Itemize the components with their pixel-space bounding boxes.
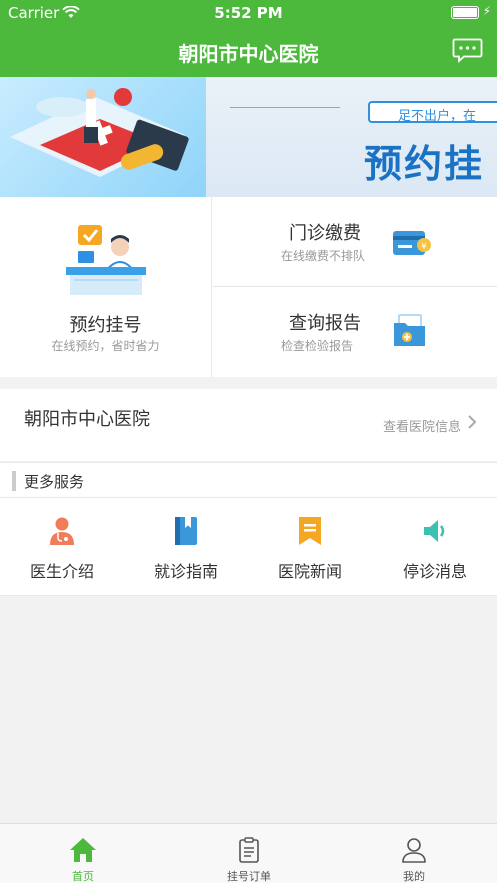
page-title: 朝阳市中心医院 [178,42,319,66]
report-folder-icon [391,313,433,349]
home-icon [69,836,97,864]
promo-banner[interactable]: 足不出户，在 预约挂 [0,77,497,197]
speaker-icon [421,516,449,546]
charging-icon: ⚡ [482,4,491,18]
banner-illustration [0,77,206,197]
more-services-title: 更多服务 [24,473,85,491]
report-card[interactable]: 查询报告 检查检验报告 [213,287,497,377]
hospital-info-link[interactable]: 查看医院信息 [383,416,461,435]
payment-card[interactable]: 门诊缴费 在线缴费不排队 ¥ [213,197,497,287]
report-subtitle: 检查检验报告 [281,339,354,353]
report-title: 查询报告 [289,313,361,334]
service-label: 就诊指南 [153,562,218,581]
tab-profile[interactable]: 我的 [331,824,497,883]
user-icon [400,836,428,864]
banner-divider [230,107,340,108]
service-suspension[interactable]: 停诊消息 [373,498,497,596]
service-label: 医院新闻 [277,562,342,581]
appointment-subtitle: 在线预约，省时省力 [51,339,160,353]
tab-bar: 首页 挂号订单 我的 [0,823,497,883]
guide-book-icon [172,516,200,546]
svg-text:¥: ¥ [421,242,427,252]
appointment-title: 预约挂号 [69,315,142,336]
clipboard-icon [235,836,263,864]
payment-card-icon: ¥ [391,225,433,261]
section-marker [12,471,16,491]
tab-orders[interactable]: 挂号订单 [166,824,332,883]
banner-slogan: 足不出户，在 [368,101,497,124]
tab-label: 首页 [72,870,94,883]
tab-label: 挂号订单 [227,870,271,883]
service-guide[interactable]: 就诊指南 [124,498,248,596]
news-bookmark-icon [296,516,324,546]
status-bar: Carrier 5:52 PM ⚡ [0,0,497,26]
doctor-icon [48,516,76,546]
hospital-name: 朝阳市中心医院 [24,409,150,430]
nav-bar: 朝阳市中心医院 [0,26,497,77]
services-grid: 医生介绍 就诊指南 医院新闻 停诊消息 [0,498,497,596]
payment-title: 门诊缴费 [289,223,361,244]
service-label: 医生介绍 [29,562,94,581]
chat-bubble-icon[interactable] [452,38,483,64]
service-doctors[interactable]: 医生介绍 [0,498,124,596]
banner-headline: 预约挂 [364,142,485,186]
appointment-card[interactable]: 预约挂号 在线预约，省时省力 [0,197,212,377]
payment-subtitle: 在线缴费不排队 [281,249,366,263]
chevron-right-icon [467,414,477,430]
battery-icon [451,6,479,19]
tab-label: 我的 [403,870,425,883]
feature-cards: 预约挂号 在线预约，省时省力 门诊缴费 在线缴费不排队 ¥ 查询报告 检查检验报… [0,197,497,377]
hospital-info-row[interactable]: 朝阳市中心医院 查看医院信息 [0,389,497,461]
doctor-desk-icon [64,223,148,297]
more-services-header: 更多服务 [0,462,497,498]
clock: 5:52 PM [214,4,283,22]
service-news[interactable]: 医院新闻 [248,498,372,596]
tab-home[interactable]: 首页 [0,824,166,883]
service-label: 停诊消息 [402,562,467,581]
